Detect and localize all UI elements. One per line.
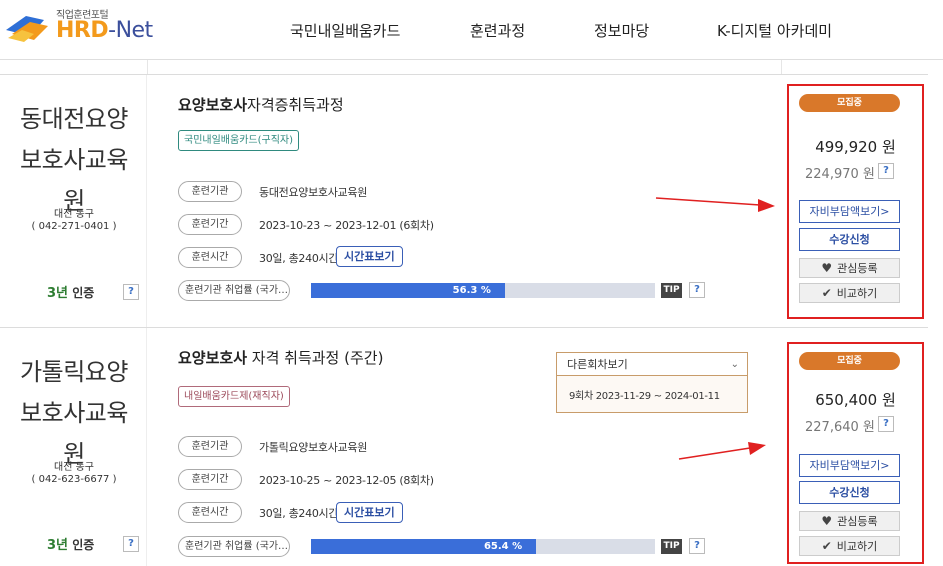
- heart-icon: ♥: [821, 514, 833, 528]
- add-favorite-label: 관심등록: [837, 515, 878, 528]
- employment-rate-bar: 65.4 %: [311, 539, 655, 554]
- certification-years: 3년: [47, 538, 69, 553]
- employment-rate-label[interactable]: 훈련기관 취업률 (국가…: [178, 536, 290, 557]
- row-value-institution: 동대전요양보호사교육원: [259, 186, 368, 199]
- other-sessions-label: 다른회차보기: [567, 358, 628, 371]
- employment-rate-value: 65.4 %: [483, 541, 523, 552]
- row-label-institution: 훈련기관: [178, 181, 242, 202]
- row-label-institution: 훈련기관: [178, 436, 242, 457]
- institution-name[interactable]: 동대전요양 보호사교육 원: [12, 99, 136, 222]
- self-pay-amount: 224,970 원: [805, 167, 875, 182]
- check-icon: ✔: [821, 539, 832, 553]
- institution-name-line: 보호사교육: [20, 146, 128, 174]
- apply-button[interactable]: 수강신청: [799, 481, 900, 504]
- employment-rate-label[interactable]: 훈련기관 취업률 (국가…: [178, 280, 290, 301]
- help-icon[interactable]: ?: [878, 163, 894, 179]
- institution-phone: ( 042-271-0401 ): [31, 221, 117, 232]
- course-title[interactable]: 요양보호사자격증취득과정: [178, 94, 344, 115]
- session-option[interactable]: 9회차 2023-11-29 ~ 2024-01-11: [569, 387, 720, 402]
- help-icon[interactable]: ?: [123, 284, 139, 300]
- help-icon[interactable]: ?: [878, 416, 894, 432]
- institution-region: 대전 동구: [54, 462, 94, 473]
- course-title-rest: 자격증취득과정: [247, 96, 344, 114]
- course-title-bold: 요양보호사: [178, 96, 248, 114]
- site-header: 직업훈련포털 HRD-Net 국민내일배움카드 훈련과정 정보마당 K-디지털 …: [0, 0, 943, 60]
- check-icon: ✔: [821, 286, 832, 300]
- self-pay-view-button[interactable]: 자비부담액보기>: [799, 200, 900, 223]
- institution-column: 동대전요양 보호사교육 원 대전 동구 ( 042-271-0401 ) 3년 …: [0, 75, 147, 327]
- nav-item-card[interactable]: 국민내일배움카드: [290, 20, 400, 41]
- employment-rate-value: 56.3 %: [452, 285, 491, 296]
- timetable-button[interactable]: 시간표보기: [336, 246, 403, 267]
- institution-name-line: 보호사교육: [20, 399, 128, 427]
- row-label-period: 훈련기간: [178, 469, 242, 490]
- compare-button[interactable]: ✔ 비교하기: [799, 536, 900, 556]
- institution-region: 대전 동구: [54, 209, 94, 220]
- add-favorite-label: 관심등록: [837, 262, 878, 275]
- row-value-hours: 30일, 총240시간: [259, 507, 339, 520]
- timetable-button[interactable]: 시간표보기: [336, 502, 403, 523]
- institution-name-line: 가톨릭요양: [20, 358, 128, 386]
- certification-label: 인증: [72, 538, 95, 552]
- nav-item-k-digital[interactable]: K-디지털 아카데미: [717, 20, 832, 41]
- institution-name[interactable]: 가톨릭요양 보호사교육 원: [12, 352, 136, 475]
- row-label-period: 훈련기간: [178, 214, 242, 235]
- course-price: 499,920 원: [815, 138, 896, 156]
- course-price: 650,400 원: [815, 391, 896, 409]
- tip-badge[interactable]: TIP: [661, 539, 682, 554]
- course-card: 동대전요양 보호사교육 원 대전 동구 ( 042-271-0401 ) 3년 …: [0, 74, 928, 327]
- row-label-hours: 훈련시간: [178, 502, 242, 523]
- certification-years: 3년: [47, 286, 69, 301]
- heart-icon: ♥: [821, 261, 833, 275]
- help-icon[interactable]: ?: [123, 536, 139, 552]
- row-value-period: 2023-10-23 ~ 2023-12-01 (6회차): [259, 219, 434, 232]
- tip-badge[interactable]: TIP: [661, 283, 682, 298]
- help-icon[interactable]: ?: [689, 282, 705, 298]
- compare-button[interactable]: ✔ 비교하기: [799, 283, 900, 303]
- employment-rate-bar: 56.3 %: [311, 283, 655, 298]
- course-title-bold: 요양보호사: [178, 349, 248, 367]
- course-title-rest: 자격 취득과정 (주간): [247, 349, 384, 367]
- chevron-down-icon: ⌄: [730, 359, 739, 370]
- add-favorite-button[interactable]: ♥ 관심등록: [799, 511, 900, 531]
- certification-label: 인증: [72, 286, 95, 300]
- header-divider: [781, 60, 782, 74]
- row-value-institution: 가톨릭요양보호사교육원: [259, 441, 368, 454]
- header-divider: [147, 60, 148, 74]
- self-pay-amount: 227,640 원: [805, 420, 875, 435]
- course-title[interactable]: 요양보호사 자격 취득과정 (주간): [178, 347, 383, 368]
- help-icon[interactable]: ?: [689, 538, 705, 554]
- self-pay-view-button[interactable]: 자비부담액보기>: [799, 454, 900, 477]
- compare-label: 비교하기: [836, 287, 878, 300]
- other-sessions-dropdown[interactable]: 다른회차보기 ⌄ 9회차 2023-11-29 ~ 2024-01-11: [556, 352, 748, 413]
- nav-item-courses[interactable]: 훈련과정: [470, 20, 525, 41]
- institution-name-line: 동대전요양: [20, 105, 128, 133]
- add-favorite-button[interactable]: ♥ 관심등록: [799, 258, 900, 278]
- certification-badge: 3년 인증: [47, 534, 94, 553]
- institution-phone: ( 042-623-6677 ): [31, 474, 117, 485]
- row-value-hours: 30일, 총240시간: [259, 252, 339, 265]
- compare-label: 비교하기: [836, 540, 878, 553]
- price-panel: 모집중 650,400 원 227,640 원 ? 자비부담액보기> 수강신청 …: [787, 342, 924, 564]
- row-label-hours: 훈련시간: [178, 247, 242, 268]
- main-nav: 국민내일배움카드 훈련과정 정보마당 K-디지털 아카데미: [0, 20, 943, 44]
- course-card: 가톨릭요양 보호사교육 원 대전 동구 ( 042-623-6677 ) 3년 …: [0, 327, 928, 566]
- recruiting-status-badge: 모집중: [799, 352, 900, 370]
- institution-column: 가톨릭요양 보호사교육 원 대전 동구 ( 042-623-6677 ) 3년 …: [0, 328, 147, 566]
- apply-button[interactable]: 수강신청: [799, 228, 900, 251]
- nav-item-info[interactable]: 정보마당: [594, 20, 649, 41]
- card-type-badge: 내일배움카드제(재직자): [178, 386, 290, 407]
- card-type-badge: 국민내일배움카드(구직자): [178, 130, 300, 151]
- price-panel: 모집중 499,920 원 224,970 원 ? 자비부담액보기> 수강신청 …: [787, 84, 924, 319]
- certification-badge: 3년 인증: [47, 282, 94, 301]
- recruiting-status-badge: 모집중: [799, 94, 900, 112]
- row-value-period: 2023-10-25 ~ 2023-12-05 (8회차): [259, 474, 434, 487]
- other-sessions-header[interactable]: 다른회차보기 ⌄: [557, 353, 747, 376]
